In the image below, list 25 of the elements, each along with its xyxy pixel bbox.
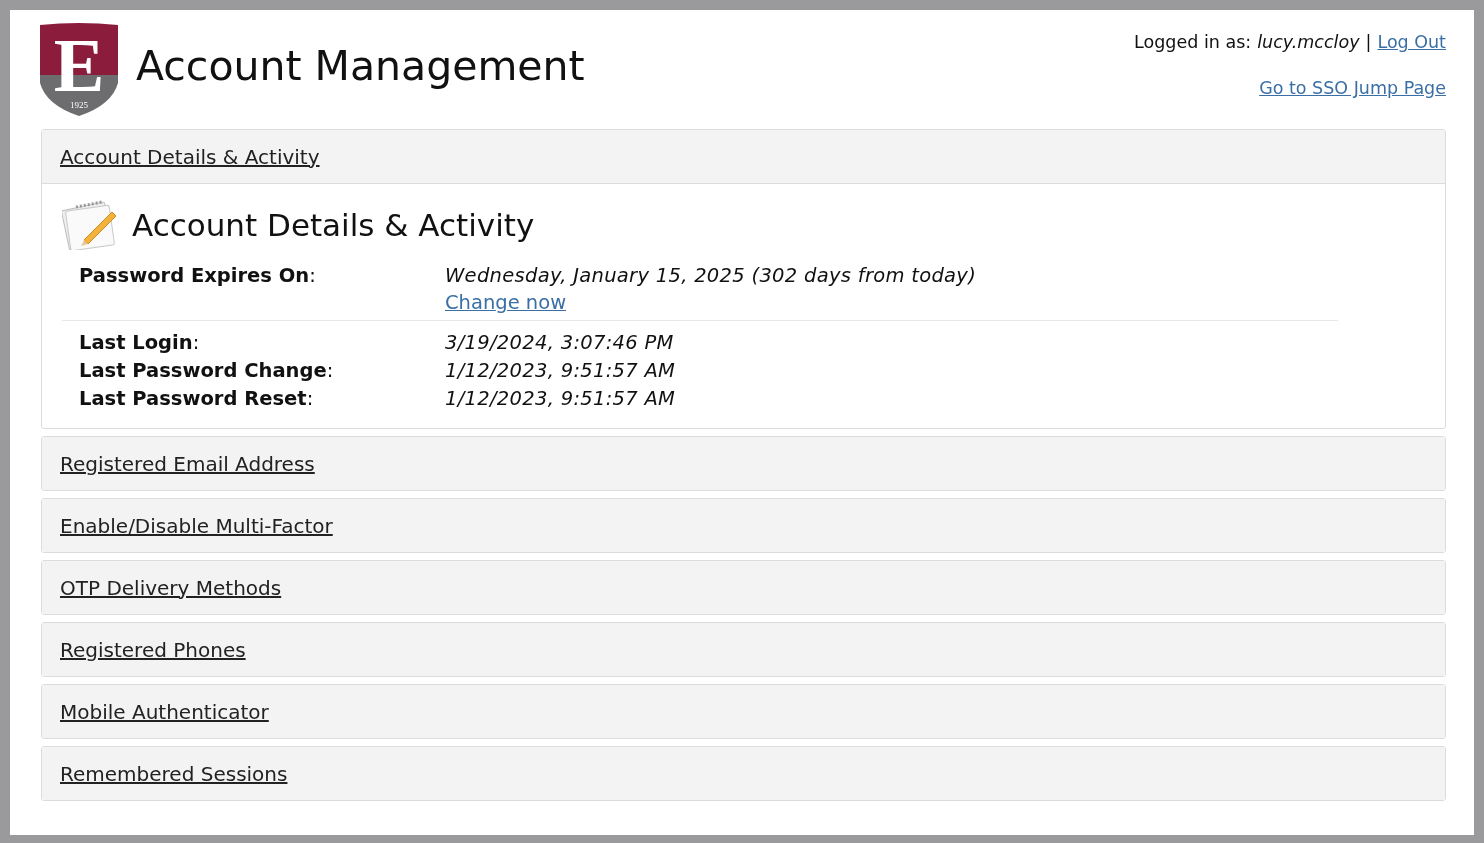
field-label: Last Password Change: (79, 359, 335, 382)
sso-jump-page-link[interactable]: Go to SSO Jump Page (1259, 78, 1446, 98)
section-heading: Account Details & Activity (132, 207, 535, 243)
separator: | (1365, 32, 1372, 52)
field-label: Last Password Reset: (79, 387, 315, 410)
username: lucy.mccloy (1257, 32, 1360, 52)
page-title: Account Management (136, 42, 585, 90)
field-value: 3/19/2024, 3:07:46 PM (445, 331, 674, 354)
field-label: Password Expires On: (79, 264, 317, 289)
field-label: Last Login: (79, 331, 201, 354)
field-value: 1/12/2023, 9:51:57 AM (445, 359, 676, 382)
field-value: 1/12/2023, 9:51:57 AM (445, 387, 676, 410)
university-shield-logo: E1925 (40, 23, 118, 116)
section-link[interactable]: Remembered Sessions (60, 761, 288, 786)
section-link[interactable]: Enable/Disable Multi-Factor (60, 513, 333, 538)
change-now-link[interactable]: Change now (445, 291, 567, 314)
section-link[interactable]: Registered Email Address (60, 451, 315, 476)
logged-in-label: Logged in as: (1134, 32, 1252, 52)
section-link[interactable]: Registered Phones (60, 637, 246, 662)
section-link[interactable]: Account Details & Activity (60, 144, 320, 169)
section-link[interactable]: OTP Delivery Methods (60, 575, 282, 600)
section-link[interactable]: Mobile Authenticator (60, 699, 269, 724)
notepad-pencil-icon (62, 200, 118, 250)
field-value: Wednesday, January 15, 2025 (302 days from today) (445, 264, 977, 287)
log-out-link[interactable]: Log Out (1377, 32, 1446, 52)
